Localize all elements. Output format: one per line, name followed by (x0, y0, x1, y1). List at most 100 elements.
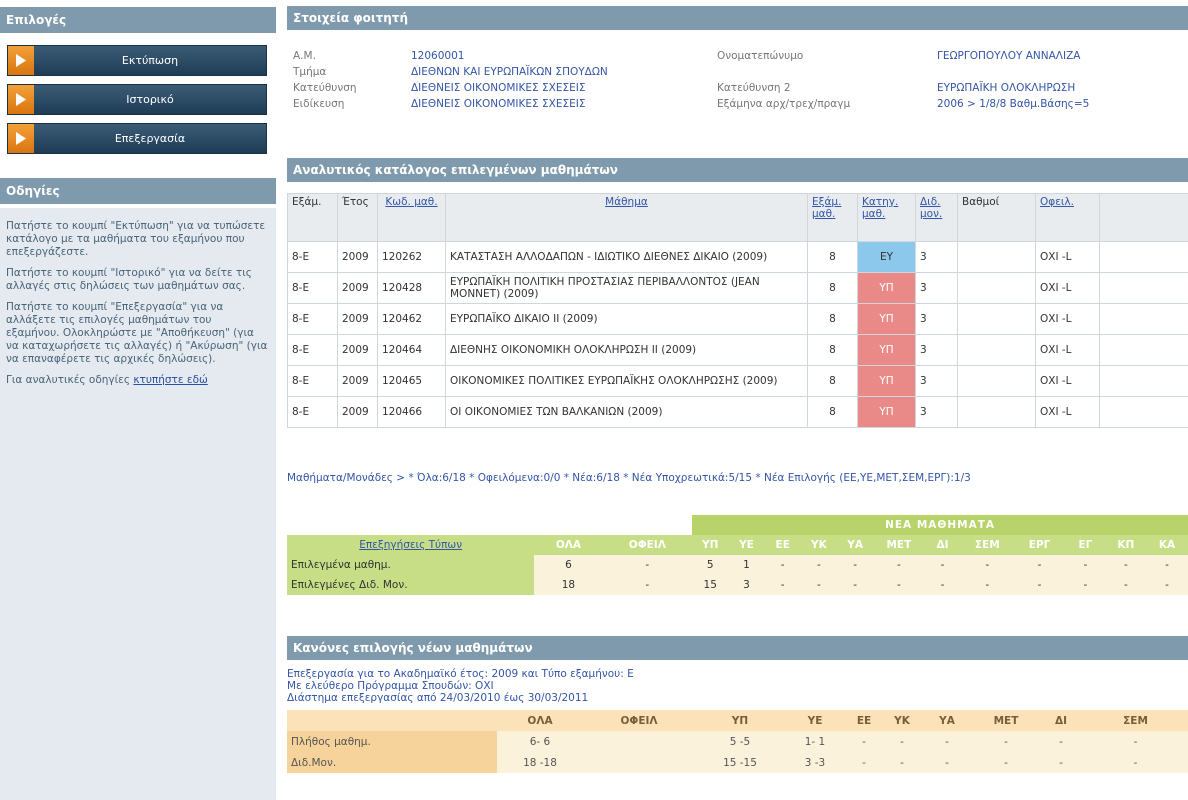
cell-empty (1099, 241, 1188, 273)
stats-row-label: Επιλεγμένες Διδ. Μον. (287, 575, 535, 595)
cell-grade (957, 241, 1036, 273)
col-owed[interactable]: Οφειλ. (1035, 193, 1100, 242)
rules-cell: 1- 1 (785, 731, 845, 752)
stats-cell: - (764, 575, 801, 595)
name-label: Ονοματεπώνυμο (717, 50, 804, 62)
cell-units: 3 (915, 303, 958, 335)
rules-cell: 3 -3 (785, 752, 845, 773)
rules-cell: 18 -18 (497, 752, 583, 773)
options-header: Επιλογές (0, 7, 276, 33)
stats-col-eg: ΕΓ (1065, 535, 1106, 555)
stats-header-row: Επεξηγήσεις Τύπων ΟΛΑ ΟΦΕΙΛ ΥΠ ΥΕ ΕΕ ΥΚ … (287, 535, 1188, 555)
edit-button-label: Επεξεργασία (114, 132, 186, 145)
type-explanations-link[interactable]: Επεξηγήσεις Τύπων (287, 535, 535, 555)
direction2-label: Κατεύθυνση 2 (717, 82, 791, 94)
cell-grade (957, 396, 1036, 428)
stats-cell: 1 (728, 555, 765, 575)
table-row: 8-Ε 2009 120262 ΚΑΤΑΣΤΑΣΗ ΑΛΛΟΔΑΠΩΝ - ΙΔ… (287, 241, 1188, 273)
cell-course-semester: 8 (807, 334, 858, 366)
detailed-instructions-link[interactable]: κτυπήστε εδώ (133, 374, 207, 386)
courses-table: Εξάμ. Έτος Κωδ. μαθ. Μάθημα Εξάμ. μαθ. Κ… (287, 193, 1188, 428)
rules-cell: - (1039, 752, 1083, 773)
cell-year: 2009 (337, 272, 378, 304)
cell-owed: ΟΧΙ -L (1035, 272, 1100, 304)
cell-semester: 8-Ε (287, 272, 338, 304)
specialization-label: Ειδίκευση (293, 98, 345, 110)
cell-course-semester: 8 (807, 272, 858, 304)
cell-category: ΥΠ (857, 272, 916, 304)
cell-title: ΟΙΚΟΝΟΜΙΚΕΣ ΠΟΛΙΤΙΚΕΣ ΕΥΡΩΠΑΪΚΗΣ ΟΛΟΚΛΗΡ… (445, 365, 808, 397)
main-content: Στοιχεία φοιτητή Α.Μ. 12060001 Ονοματεπώ… (287, 0, 1188, 800)
rules-edit-period: Διάστημα επεξεργασίας από 24/03/2010 έως… (287, 692, 589, 704)
info-row: Α.Μ. 12060001 Ονοματεπώνυμο ΓΕΩΡΓΟΠΟΥΛΟΥ… (287, 48, 1188, 64)
col-category[interactable]: Κατηγ. μαθ. (857, 193, 916, 242)
cell-code: 120466 (377, 396, 446, 428)
cell-title: ΚΑΤΑΣΤΑΣΗ ΑΛΛΟΔΑΠΩΝ - ΙΔΙΩΤΙΚΟ ΔΙΕΘΝΕΣ Δ… (445, 241, 808, 273)
courses-header: Αναλυτικός κατάλογος επιλεγμένων μαθημάτ… (287, 158, 1188, 182)
history-button[interactable]: Ιστορικό (7, 84, 267, 115)
new-courses-header: ΝΕΑ ΜΑΘΗΜΑΤΑ (692, 515, 1188, 535)
cell-units: 3 (915, 241, 958, 273)
rules-col-label (287, 710, 497, 731)
stats-col-all: ΟΛΑ (534, 535, 603, 555)
table-row: 8-Ε 2009 120428 ΕΥΡΩΠΑΪΚΗ ΠΟΛΙΤΙΚΗ ΠΡΟΣΤ… (287, 272, 1188, 304)
cell-owed: ΟΧΙ -L (1035, 241, 1100, 273)
edit-button[interactable]: Επεξεργασία (7, 123, 267, 154)
chevron-right-icon (8, 46, 34, 75)
instructions-text: Πατήστε το κουμπί "Εκτύπωση" για να τυπώ… (6, 220, 268, 395)
cell-grade (957, 365, 1036, 397)
col-course[interactable]: Μάθημα (445, 193, 808, 242)
stats-col-sem: ΣΕΜ (960, 535, 1014, 555)
stats-col-ya: ΥΑ (837, 535, 874, 555)
rules-col-sem: ΣΕΜ (1083, 710, 1188, 731)
rules-cell: - (883, 731, 921, 752)
cell-code: 120462 (377, 303, 446, 335)
stats-row-label: Επιλεγμένα μαθημ. (287, 555, 535, 575)
print-button[interactable]: Εκτύπωση (7, 45, 267, 76)
am-value: 12060001 (411, 50, 465, 62)
courses-header-row: Εξάμ. Έτος Κωδ. μαθ. Μάθημα Εξάμ. μαθ. Κ… (287, 193, 1188, 242)
col-code[interactable]: Κωδ. μαθ. (377, 193, 446, 242)
col-semester: Εξάμ. (287, 193, 338, 242)
stats-cell: - (800, 555, 838, 575)
cell-category: ΥΠ (857, 303, 916, 335)
stats-cell: - (1105, 575, 1147, 595)
stats-cell: - (1146, 575, 1188, 595)
cell-code: 120465 (377, 365, 446, 397)
stats-cell: - (1105, 555, 1147, 575)
instructions-header: Οδηγίες (0, 178, 276, 204)
stats-spacer (287, 515, 693, 535)
rules-row-label: Πλήθος μαθημ. (287, 731, 497, 752)
info-row: Τμήμα ΔΙΕΘΝΩΝ ΚΑΙ ΕΥΡΩΠΑΪΚΩΝ ΣΠΟΥΔΩΝ (287, 64, 1188, 80)
rules-cell: - (883, 752, 921, 773)
cell-empty (1099, 272, 1188, 304)
cell-empty (1099, 303, 1188, 335)
cell-title: ΔΙΕΘΝΗΣ ΟΙΚΟΝΟΜΙΚΗ ΟΛΟΚΛΗΡΩΣΗ ΙΙ (2009) (445, 334, 808, 366)
instruction-print: Πατήστε το κουμπί "Εκτύπωση" για να τυπώ… (6, 220, 266, 258)
col-course-semester[interactable]: Εξάμ. μαθ. (807, 193, 858, 242)
direction-value: ΔΙΕΘΝΕΙΣ ΟΙΚΟΝΟΜΙΚΕΣ ΣΧΕΣΕΙΣ (411, 82, 586, 94)
cell-year: 2009 (337, 334, 378, 366)
stats-cell: 18 (534, 575, 603, 595)
rules-free-program: Με ελεύθερο Πρόγραμμα Σπουδών: ΟΧΙ (287, 680, 494, 692)
stats-cell: - (1065, 555, 1106, 575)
stats-cell: - (1013, 555, 1066, 575)
table-row: 8-Ε 2009 120464 ΔΙΕΘΝΗΣ ΟΙΚΟΝΟΜΙΚΗ ΟΛΟΚΛ… (287, 334, 1188, 366)
cell-year: 2009 (337, 365, 378, 397)
specialization-value: ΔΙΕΘΝΕΙΣ ΟΙΚΟΝΟΜΙΚΕΣ ΣΧΕΣΕΙΣ (411, 98, 586, 110)
direction-label: Κατεύθυνση (293, 82, 357, 94)
stats-col-met: ΜΕΤ (873, 535, 925, 555)
stats-cell: - (960, 575, 1014, 595)
rules-cell: - (973, 731, 1039, 752)
chevron-right-icon (8, 124, 34, 153)
rules-cell (583, 731, 695, 752)
left-sidebar: Επιλογές Εκτύπωση Ιστορικό Επεξεργασία Ο… (0, 0, 276, 800)
cell-course-semester: 8 (807, 396, 858, 428)
cell-grade (957, 303, 1036, 335)
stats-cell: - (1013, 575, 1066, 595)
col-units[interactable]: Διδ. μον. (915, 193, 958, 242)
cell-code: 120262 (377, 241, 446, 273)
instruction-history: Πατήστε το κουμπί "Ιστορικό" για να δείτ… (6, 267, 252, 292)
rules-cell: - (921, 752, 973, 773)
stats-cell: - (602, 575, 693, 595)
